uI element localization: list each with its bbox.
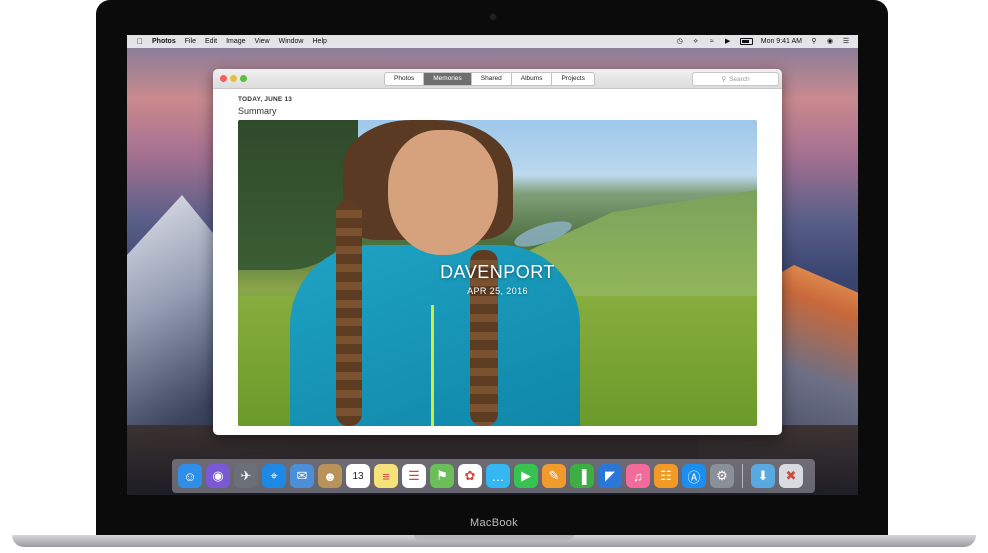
facetime-icon[interactable]: ▶ — [514, 464, 538, 488]
view-tabs: Photos Memories Shared Albums Projects — [384, 72, 595, 86]
search-placeholder: Search — [729, 75, 750, 83]
menu-window[interactable]: Window — [279, 38, 304, 45]
volume-icon[interactable]: ▶ — [724, 38, 732, 45]
menu-help[interactable]: Help — [313, 38, 327, 45]
photo-subject-face — [388, 130, 498, 255]
downloads-folder-icon[interactable]: ⬇ — [751, 464, 775, 488]
ibooks-icon[interactable]: ☷ — [654, 464, 678, 488]
messages-icon[interactable]: … — [486, 464, 510, 488]
spotlight-search-icon[interactable]: ⚲ — [810, 38, 818, 45]
photos-icon[interactable]: ✿ — [458, 464, 482, 488]
dock: ☺ ◉ ✈ ⌖ ✉ ☻ 13 ≡ ☰ ⚑ ✿… ▶ ✎ ▐ ◤ ♫ ☷ Ⓐ ⚙ ⬇ ✖ — [172, 459, 815, 493]
menu-edit[interactable]: Edit — [205, 38, 217, 45]
numbers-icon[interactable]: ▐ — [570, 464, 594, 488]
apple-menu-icon[interactable]:  — [137, 37, 143, 46]
tab-photos[interactable]: Photos — [385, 73, 425, 85]
menu-file[interactable]: File — [185, 38, 196, 45]
close-window-button[interactable] — [220, 75, 227, 82]
memory-cover-photo[interactable]: DAVENPORT APR 25, 2016 — [238, 120, 757, 426]
finder-icon[interactable]: ☺ — [178, 464, 202, 488]
tab-projects[interactable]: Projects — [552, 73, 593, 85]
time-machine-icon[interactable]: ◷ — [676, 38, 684, 45]
appstore-icon[interactable]: Ⓐ — [682, 464, 706, 488]
tab-memories[interactable]: Memories — [424, 73, 472, 85]
memory-date-heading: TODAY, JUNE 13 — [238, 96, 293, 103]
photo-subject-zipper — [431, 305, 434, 426]
search-input[interactable]: ⚲ Search — [692, 72, 779, 86]
notification-center-icon[interactable]: ☰ — [842, 38, 850, 45]
trash-icon[interactable]: ✖ — [779, 464, 803, 488]
notes-icon[interactable]: ≡ — [374, 464, 398, 488]
camera-icon — [490, 14, 496, 20]
search-icon: ⚲ — [721, 76, 727, 83]
memory-date: APR 25, 2016 — [467, 286, 528, 296]
keynote-icon[interactable]: ◤ — [598, 464, 622, 488]
itunes-icon[interactable]: ♫ — [626, 464, 650, 488]
dock-separator — [742, 464, 743, 488]
siri-menu-icon[interactable]: ◉ — [826, 38, 834, 45]
laptop-base-notch — [414, 535, 574, 540]
menu-clock[interactable]: Mon 9:41 AM — [761, 38, 802, 45]
siri-icon[interactable]: ◉ — [206, 464, 230, 488]
maps-icon[interactable]: ⚑ — [430, 464, 454, 488]
reminders-icon[interactable]: ☰ — [402, 464, 426, 488]
window-titlebar: Photos Memories Shared Albums Projects ⚲… — [213, 69, 782, 89]
section-title: Summary — [238, 106, 277, 116]
bluetooth-icon[interactable]: ⟡ — [692, 38, 700, 45]
contacts-icon[interactable]: ☻ — [318, 464, 342, 488]
safari-icon[interactable]: ⌖ — [262, 464, 286, 488]
photo-subject-braid-left — [336, 200, 362, 426]
fullscreen-window-button[interactable] — [240, 75, 247, 82]
system-preferences-icon[interactable]: ⚙ — [710, 464, 734, 488]
battery-icon[interactable] — [739, 38, 753, 45]
calendar-icon[interactable]: 13 — [346, 464, 370, 488]
tab-shared[interactable]: Shared — [472, 73, 512, 85]
photos-window: Photos Memories Shared Albums Projects ⚲… — [213, 69, 782, 435]
pages-icon[interactable]: ✎ — [542, 464, 566, 488]
menu-bar:  Photos File Edit Image View Window Hel… — [127, 35, 858, 48]
menu-view[interactable]: View — [255, 38, 270, 45]
device-label: MacBook — [470, 517, 518, 529]
memory-title: DAVENPORT — [440, 262, 555, 282]
menu-photos[interactable]: Photos — [152, 38, 176, 45]
mail-icon[interactable]: ✉ — [290, 464, 314, 488]
menu-image[interactable]: Image — [226, 38, 245, 45]
wifi-icon[interactable]: ≈ — [708, 38, 716, 45]
launchpad-icon[interactable]: ✈ — [234, 464, 258, 488]
minimize-window-button[interactable] — [230, 75, 237, 82]
desktop-screen:  Photos File Edit Image View Window Hel… — [127, 35, 858, 495]
tab-albums[interactable]: Albums — [512, 73, 553, 85]
